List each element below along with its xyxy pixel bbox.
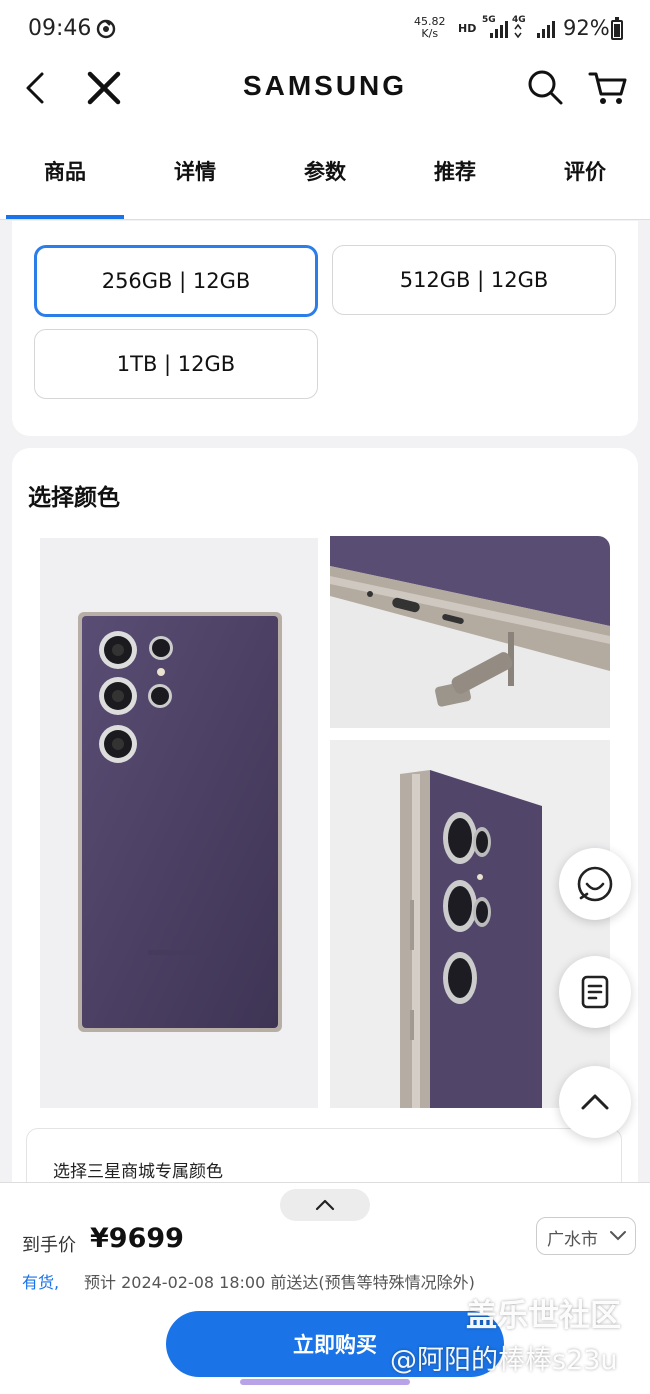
battery-percent: 92% [563, 16, 610, 40]
tab-specs[interactable]: 参数 [260, 156, 390, 186]
product-tabs: 商品 详情 参数 推荐 评价 [0, 120, 650, 220]
document-icon [581, 975, 609, 1009]
region-selector[interactable]: 广水市 [536, 1217, 636, 1255]
s-pen-closeup-image[interactable] [330, 536, 610, 728]
community-watermark: 盖乐世社区 [466, 1298, 621, 1334]
delivery-estimate: 预计 2024-02-08 18:00 前送达(预售等特殊情况除外) [84, 1273, 475, 1292]
network-label-2: 4G [512, 15, 526, 25]
active-tab-indicator [6, 215, 124, 219]
price-label: 到手价 [22, 1235, 76, 1256]
signal-4g-icon: 4G [512, 15, 532, 45]
storage-options-card: 256GB | 12GB 512GB | 12GB 1TB | 12GB [12, 221, 638, 436]
tab-details[interactable]: 详情 [130, 156, 260, 186]
tab-recommend[interactable]: 推荐 [390, 156, 520, 186]
search-icon[interactable] [526, 68, 564, 106]
exclusive-color-label: 选择三星商城专属颜色 [53, 1162, 223, 1182]
storage-option-256gb[interactable]: 256GB | 12GB [34, 245, 318, 317]
chevron-down-icon [610, 1231, 626, 1241]
final-price: ¥9699 [90, 1223, 184, 1254]
network-speed: 45.82 K/s [414, 16, 446, 40]
hd-indicator: HD [458, 22, 477, 35]
storage-option-512gb[interactable]: 512GB | 12GB [332, 245, 616, 315]
signal-5g-icon: 5G [482, 15, 508, 45]
region-value: 广水市 [547, 1230, 598, 1250]
gesture-home-bar [240, 1379, 410, 1385]
author-watermark: @阿阳的棒棒s23u [390, 1345, 618, 1376]
network-label-1: 5G [482, 15, 496, 25]
chevron-up-icon [581, 1094, 609, 1110]
top-nav-bar: SAMSUNG [0, 58, 650, 120]
storage-option-1tb[interactable]: 1TB | 12GB [34, 329, 318, 399]
notes-button[interactable] [559, 956, 631, 1028]
status-bar: 09:46 45.82 K/s HD 5G 4G 92% [0, 0, 650, 58]
status-time: 09:46 [28, 16, 92, 41]
network-activity-icon [96, 19, 116, 44]
speed-unit: K/s [421, 27, 439, 40]
tab-product[interactable]: 商品 [0, 156, 130, 186]
expand-sheet-handle[interactable] [280, 1189, 370, 1221]
chat-smile-icon [577, 866, 613, 902]
color-selection-card: 选择颜色 [12, 448, 638, 1208]
phone-side-angle-image[interactable] [330, 740, 610, 1108]
battery-icon [611, 17, 623, 40]
customer-service-button[interactable] [559, 848, 631, 920]
tab-reviews[interactable]: 评价 [520, 156, 650, 186]
signal-bars-icon [536, 17, 558, 45]
color-section-title: 选择颜色 [28, 485, 120, 511]
back-to-top-button[interactable] [559, 1066, 631, 1138]
chevron-up-small-icon [315, 1199, 335, 1211]
cart-icon[interactable] [588, 68, 628, 108]
phone-back-image[interactable] [40, 538, 318, 1108]
stock-status: 有货, [22, 1273, 60, 1292]
